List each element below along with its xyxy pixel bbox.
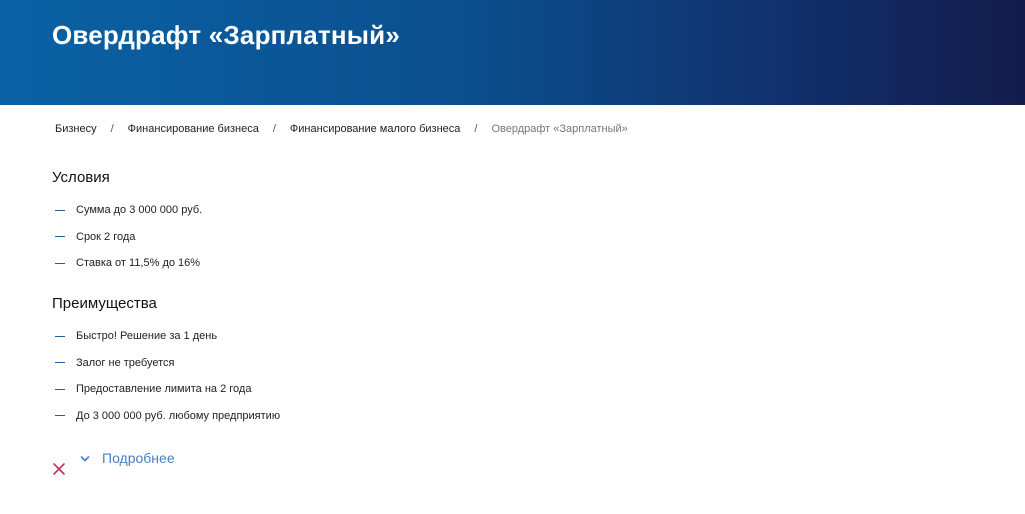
breadcrumb-item-business[interactable]: Бизнесу [55, 123, 97, 135]
breadcrumb-separator: / [272, 123, 276, 135]
breadcrumb-separator: / [110, 123, 114, 135]
breadcrumb-item-current: Овердрафт «Зарплатный» [491, 123, 628, 135]
list-item: Залог не требуется [55, 350, 280, 377]
list-item: Ставка от 11,5% до 16% [55, 250, 202, 277]
page-title: Овердрафт «Зарплатный» [52, 20, 401, 50]
breadcrumb: Бизнесу / Финансирование бизнеса / Финан… [55, 121, 628, 137]
dash-bullet-icon [55, 335, 65, 337]
more-toggle-row: Подробнее [52, 448, 252, 482]
conditions-title: Условия [52, 169, 110, 186]
list-item: До 3 000 000 руб. любому предприятию [55, 403, 280, 430]
dash-bullet-icon [55, 415, 65, 417]
advantages-list: Быстро! Решение за 1 день Залог не требу… [55, 323, 280, 429]
list-item: Срок 2 года [55, 224, 202, 251]
list-item: Предоставление лимита на 2 года [55, 376, 280, 403]
list-item-text: Быстро! Решение за 1 день [76, 330, 218, 343]
list-item-text: Сумма до 3 000 000 руб. [76, 204, 203, 217]
list-item-text: До 3 000 000 руб. любому предприятию [76, 409, 281, 422]
breadcrumb-item-business-financing[interactable]: Финансирование бизнеса [128, 123, 259, 135]
dash-bullet-icon [55, 388, 65, 390]
page-header: Овердрафт «Зарплатный» [0, 0, 1025, 105]
list-item-text: Ставка от 11,5% до 16% [76, 257, 201, 270]
list-item-text: Предоставление лимита на 2 года [76, 383, 252, 396]
more-details-link[interactable]: Подробнее [102, 450, 175, 466]
list-item-text: Срок 2 года [76, 230, 136, 243]
dash-bullet-icon [55, 262, 65, 264]
list-item: Сумма до 3 000 000 руб. [55, 197, 202, 224]
breadcrumb-item-small-business-financing[interactable]: Финансирование малого бизнеса [290, 123, 460, 135]
dash-bullet-icon [55, 236, 65, 238]
dash-bullet-icon [55, 209, 65, 211]
list-item: Быстро! Решение за 1 день [55, 323, 280, 350]
advantages-title: Преимущества [52, 295, 157, 312]
chevron-down-icon[interactable] [80, 455, 90, 463]
dash-bullet-icon [55, 362, 65, 364]
breadcrumb-separator: / [474, 123, 478, 135]
conditions-list: Сумма до 3 000 000 руб. Срок 2 года Став… [55, 197, 202, 277]
close-icon[interactable] [52, 462, 66, 476]
list-item-text: Залог не требуется [76, 356, 175, 369]
